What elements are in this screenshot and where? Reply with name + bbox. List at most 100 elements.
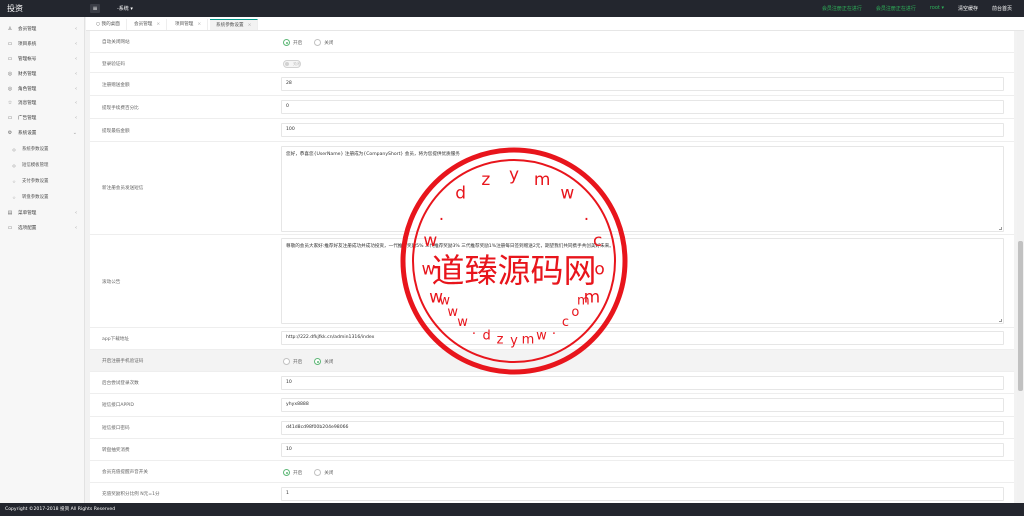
tab-label: 项目管理 [175,22,194,27]
sidebar-item-label: 角色管理 [18,87,37,92]
sidebar-item-projects[interactable]: ▭ 项目系统 ‹ [0,38,85,50]
sidebar-sub-label: 支付参数设置 [22,179,49,184]
radio-off[interactable]: 关闭 [314,358,333,365]
tab-members[interactable]: 会员管理 × [128,19,168,30]
radio-on[interactable]: 开启 [283,469,302,476]
finance-icon: ◎ [7,71,13,77]
chevron-left-icon: ‹ [75,41,77,47]
field-label: 滚动公告 [102,280,121,285]
top-right-links: 会员注册正在进行 会员注册正在进行 root ▾ 清空缓存 前台首页 [822,5,1012,12]
auto-close-radio-group: 开启 关闭 [283,39,333,46]
footer: Copyright ©2017-2018 投资 All Rights Reser… [0,503,1024,516]
form-row-recharge-ratio: 充值奖励积分比例 N元=1分 1 [90,483,1014,503]
recharge-ratio-input[interactable]: 1 [281,487,1004,501]
sidebar-item-finance[interactable]: ◎ 财务管理 ‹ [0,68,85,80]
sidebar-item-menus[interactable]: ▤ 菜单管理 ‹ [0,207,85,219]
sidebar-item-label: 项目系统 [18,42,37,47]
sidebar-item-roles[interactable]: ◎ 角色管理 ‹ [0,83,85,95]
sidebar-sub-payment-params[interactable]: ☆ 支付参数设置 [0,175,85,187]
nav-dropdown[interactable]: -系统 ▾ [117,5,133,12]
top-link-1[interactable]: 会员注册正在进行 [822,5,862,12]
user-menu[interactable]: root ▾ [930,5,944,12]
chevron-left-icon: ‹ [75,210,77,216]
reg-bonus-input[interactable]: 28 [281,77,1004,91]
form-row-voice-switch: 会员充值提醒声音开关 开启 关闭 [90,461,1014,483]
field-label: 短信接口APPID [102,403,134,408]
sidebar-item-label: 会员管理 [18,27,37,32]
scroll-notice-textarea[interactable]: 尊敬的会员大家好:推荐好友注册成功并成功投资，一代推荐奖励5% 二代推荐奖励3%… [281,238,1004,324]
sidebar-sub-label: 转盘参数设置 [22,195,49,200]
ad-icon: ▭ [7,115,13,121]
sidebar-sub-system-params[interactable]: ◎ 系统参数设置 [0,143,85,155]
withdraw-min-input[interactable]: 100 [281,123,1004,137]
field-label: 会员充值提醒声音开关 [102,470,148,475]
field-label: 后台尝试登录次数 [102,381,139,386]
radio-off[interactable]: 关闭 [314,469,333,476]
sidebar-item-ads[interactable]: ▭ 广告管理 ‹ [0,112,85,124]
radio-label: 关闭 [324,359,334,365]
sms-appid-input[interactable]: yhyx8888 [281,398,1004,412]
form-row-wheel-cost: 转盘抽奖消费 10 [90,439,1014,461]
mobile-verify-radio-group: 开启 关闭 [283,358,333,365]
radio-label: 开启 [293,470,303,476]
tab-system-params[interactable]: 系统参数设置 × [210,19,259,30]
tab-label: 系统参数设置 [216,23,244,28]
form-row-login-captcha: 登录验证码 关闭 [90,53,1014,73]
radio-label: 关闭 [324,40,334,46]
app-logo: 投资 [7,4,23,13]
close-icon[interactable]: × [197,22,201,27]
field-label: 转盘抽奖消费 [102,448,130,453]
chevron-left-icon: ‹ [75,225,77,231]
frontend-home-link[interactable]: 前台首页 [992,5,1012,12]
sms-password-input[interactable]: d41d8cd98f00b204e98066 [281,421,1004,435]
star-icon: ☆ [12,194,16,200]
field-label: 开启注册手机验证码 [102,359,144,364]
field-label: 新注册会员发送短信 [102,186,144,191]
sidebar-item-label: 系统设置 [18,131,37,136]
page-scrollbar[interactable] [1017,31,1024,503]
sidebar-sub-label: 短信模板管理 [22,163,49,168]
radio-label: 开启 [293,40,303,46]
radio-on[interactable]: 开启 [283,358,302,365]
sidebar-item-accounts[interactable]: ▭ 管理帐号 ‹ [0,53,85,65]
menu-toggle-button[interactable]: ≡ [90,4,100,13]
new-member-sms-textarea[interactable]: 您好，恭喜您{UserName} 注册成为{CompanyShort} 会员，将… [281,146,1004,232]
sidebar-item-members[interactable]: ♙ 会员管理 ‹ [0,23,85,35]
sidebar-item-messages[interactable]: ☆ 消息管理 ‹ [0,97,85,109]
chevron-left-icon: ‹ [75,26,77,32]
app-url-input[interactable]: http://222.dfkjfkk.cn/admin1316/index [281,331,1004,345]
tab-desktop[interactable]: ○ 我的桌面 [90,19,127,30]
field-label: 提现手续费百分比 [102,106,139,111]
resize-grip-icon[interactable] [999,227,1002,230]
tab-projects[interactable]: 项目管理 × [169,19,209,30]
sidebar-item-system-settings[interactable]: ⚙ 系统设置 ⌄ [0,127,85,139]
textarea-value: 您好，恭喜您{UserName} 注册成为{CompanyShort} 会员，将… [286,152,460,157]
form-row-sms-password: 短信接口密码 d41d8cd98f00b204e98066 [90,417,1014,439]
withdraw-fee-input[interactable]: 0 [281,100,1004,114]
close-icon[interactable]: × [248,23,252,28]
radio-off[interactable]: 关闭 [314,39,333,46]
sidebar-sub-sms-templates[interactable]: ◎ 短信模板管理 [0,159,85,171]
clear-cache-link[interactable]: 清空缓存 [958,5,978,12]
sidebar-item-label: 广告管理 [18,116,37,121]
radio-on[interactable]: 开启 [283,39,302,46]
sidebar: ♙ 会员管理 ‹ ▭ 项目系统 ‹ ▭ 管理帐号 ‹ ◎ 财务管理 ‹ ◎ 角色管理 ‹ ☆ 消息管理… [0,17,85,503]
radio-dot [283,358,290,365]
tab-label: 我的桌面 [101,22,120,27]
form-row-reg-bonus: 注册赠送金额 28 [90,73,1014,96]
form-row-sms-appid: 短信接口APPID yhyx8888 [90,394,1014,417]
sidebar-sub-wheel-params[interactable]: ☆ 转盘参数设置 [0,191,85,203]
role-icon: ◎ [7,86,13,92]
radio-dot [314,358,322,365]
scrollbar-thumb[interactable] [1018,241,1023,391]
login-attempts-input[interactable]: 10 [281,376,1004,390]
close-icon[interactable]: × [156,22,160,27]
login-captcha-switch[interactable]: 关闭 [283,60,301,68]
field-label: 提现最低金额 [102,129,130,134]
top-link-2[interactable]: 会员注册正在进行 [876,5,916,12]
sidebar-item-options[interactable]: ▭ 选项配置 ‹ [0,222,85,234]
resize-grip-icon[interactable] [999,319,1002,322]
option-icon: ▭ [7,225,13,231]
wheel-cost-input[interactable]: 10 [281,443,1004,457]
field-label: 短信接口密码 [102,426,130,431]
